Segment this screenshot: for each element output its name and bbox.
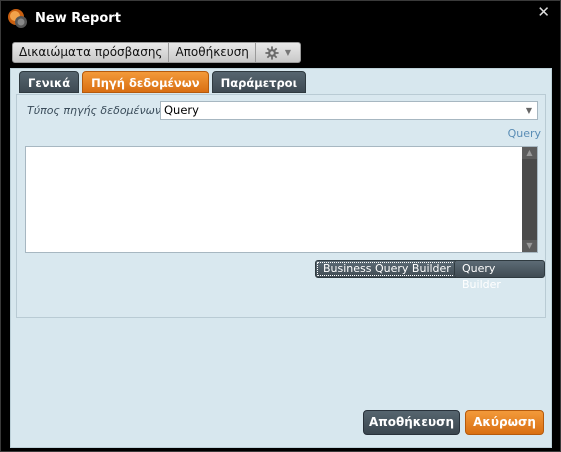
- query-textarea[interactable]: ▲ ▼: [25, 146, 538, 253]
- cancel-button[interactable]: Ακύρωση: [465, 410, 544, 435]
- gear-icon: [265, 46, 279, 60]
- datasource-type-label: Τύπος πηγής δεδομένων: [27, 104, 161, 117]
- tab-datasource[interactable]: Πηγή δεδομένων: [82, 71, 209, 93]
- scroll-up-icon[interactable]: ▲: [522, 147, 537, 159]
- toolbar: Δικαιώματα πρόσβασης Αποθήκευση ▼: [12, 42, 301, 63]
- chevron-down-icon: ▼: [284, 48, 292, 57]
- datasource-type-value: Query: [164, 103, 199, 117]
- scroll-down-icon[interactable]: ▼: [522, 240, 537, 252]
- report-content: Γενικά Πηγή δεδομένων Παράμετροι Τύπος π…: [10, 68, 552, 448]
- tab-general[interactable]: Γενικά: [19, 71, 80, 93]
- toolbar-save-button[interactable]: Αποθήκευση: [169, 42, 256, 63]
- vertical-scrollbar[interactable]: ▲ ▼: [522, 147, 537, 252]
- window-title: New Report: [35, 11, 121, 26]
- business-query-builder-button[interactable]: Business Query Builder: [315, 260, 459, 278]
- tab-bar: Γενικά Πηγή δεδομένων Παράμετροι: [19, 71, 309, 93]
- report-window: New Report ✕ Δικαιώματα πρόσβασης Αποθήκ…: [0, 0, 561, 452]
- query-builder-button[interactable]: Query Builder: [454, 260, 545, 291]
- query-link[interactable]: Query: [508, 127, 541, 140]
- tab-parameters[interactable]: Παράμετροι: [211, 71, 307, 93]
- datasource-panel: Τύπος πηγής δεδομένων Query ▼ Query ▲ ▼ …: [16, 94, 546, 318]
- datasource-type-select[interactable]: Query ▼: [160, 101, 538, 120]
- settings-menu-button[interactable]: ▼: [255, 42, 301, 63]
- save-button[interactable]: Αποθήκευση: [363, 410, 460, 435]
- title-bar: New Report ✕: [1, 1, 560, 37]
- app-logo-icon: [8, 9, 27, 28]
- access-rights-button[interactable]: Δικαιώματα πρόσβασης: [12, 42, 170, 63]
- close-icon[interactable]: ✕: [537, 4, 550, 20]
- chevron-down-icon: ▼: [525, 106, 532, 115]
